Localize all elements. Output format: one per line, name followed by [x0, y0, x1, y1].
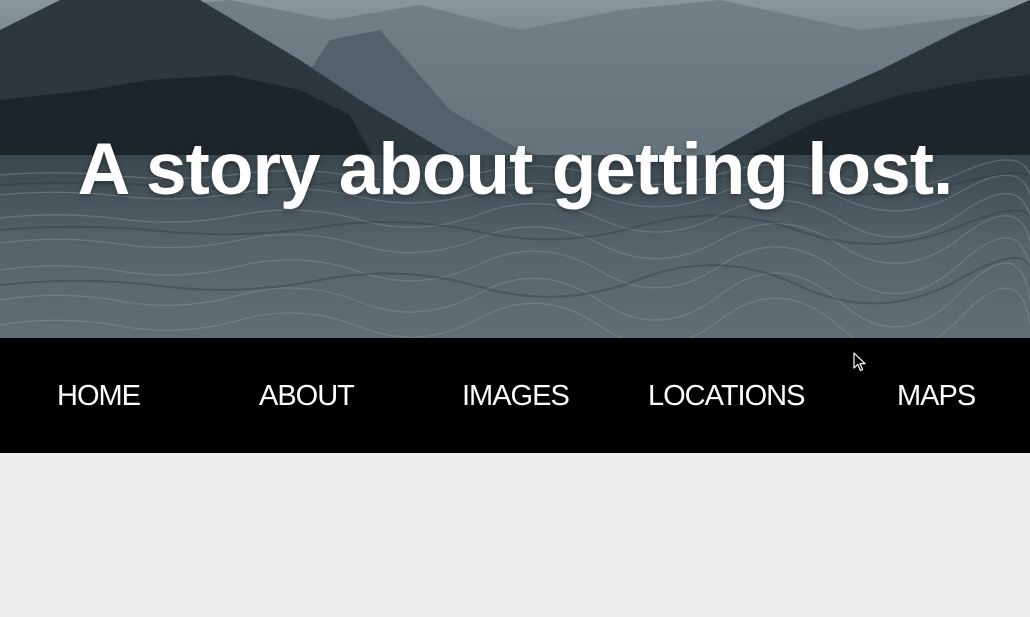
nav-item-about[interactable]: ABOUT [259, 378, 355, 414]
page: A story about getting lost. HOME ABOUT I… [0, 0, 1030, 617]
content-area [0, 453, 1030, 617]
hero-banner: A story about getting lost. [0, 0, 1030, 338]
nav-item-maps[interactable]: MAPS [897, 378, 976, 414]
nav-item-locations[interactable]: LOCATIONS [648, 378, 805, 414]
hero-title: A story about getting lost. [77, 129, 954, 210]
main-navigation: HOME ABOUT IMAGES LOCATIONS MAPS [0, 338, 1030, 453]
mouse-pointer-icon [853, 352, 866, 372]
nav-item-home[interactable]: HOME [57, 378, 141, 414]
nav-item-images[interactable]: IMAGES [462, 378, 570, 414]
